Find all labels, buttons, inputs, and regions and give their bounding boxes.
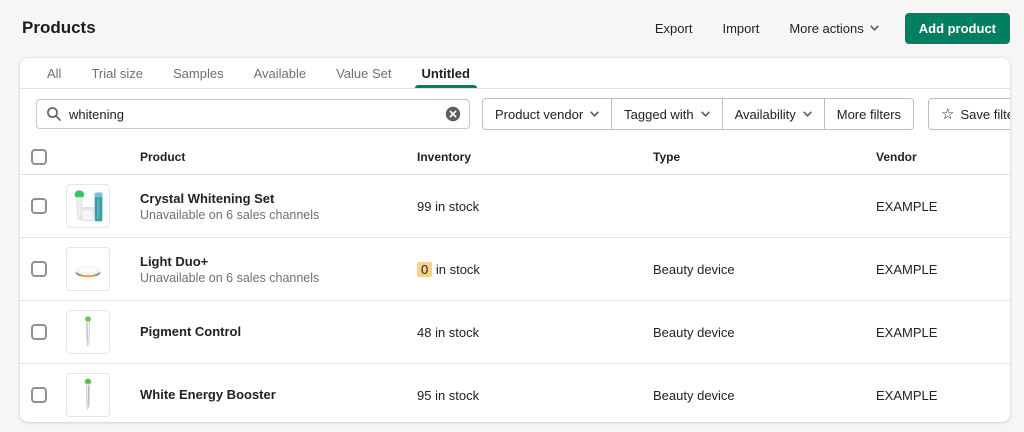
product-title[interactable]: Light Duo+ [140,254,407,269]
clear-search-button[interactable] [445,106,461,122]
product-thumbnail [66,184,110,228]
product-thumbnail [66,310,110,354]
type-cell: Beauty device [653,387,735,403]
chevron-down-icon [869,25,879,31]
export-button[interactable]: Export [643,15,705,42]
inventory-cell: 99 in stock [407,199,643,214]
disc-device-image [75,265,101,278]
tab-all[interactable]: All [32,58,76,88]
inventory-cell: 0 in stock [407,261,643,277]
more-filters-button[interactable]: More filters [823,98,915,130]
select-all-checkbox[interactable] [31,148,47,165]
page-header: Products Export Import More actions Add … [0,0,1024,44]
column-header-inventory: Inventory [417,149,472,164]
filter-button-group: Product vendor Tagged with Availability … [482,98,915,130]
row-checkbox[interactable] [31,387,47,403]
table-header: Product Inventory Type Vendor [20,139,1010,174]
type-cell: Beauty device [653,261,735,277]
vendor-cell: EXAMPLE [876,324,938,340]
inventory-qty: 99 [417,198,432,214]
product-cell: Light Duo+ Unavailable on 6 sales channe… [130,254,407,285]
product-title[interactable]: White Energy Booster [140,387,407,402]
add-product-button[interactable]: Add product [904,12,1010,44]
table-row[interactable]: Light Duo+ Unavailable on 6 sales channe… [20,237,1010,300]
product-cell: Pigment Control [130,324,407,341]
table-row[interactable]: White Energy Booster 95 in stock Beauty … [20,363,1010,422]
more-actions-button[interactable]: More actions [777,15,890,42]
filter-toolbar: Product vendor Tagged with Availability … [20,89,1010,139]
page-title: Products [22,18,96,37]
column-header-vendor: Vendor [876,149,917,164]
star-icon: ☆ [941,105,955,123]
inventory-suffix: in stock [431,324,480,340]
tagged-with-filter-button[interactable]: Tagged with [611,98,723,130]
product-subtitle: Unavailable on 6 sales channels [140,270,320,285]
product-title[interactable]: Pigment Control [140,324,407,339]
tab-bar: All Trial size Samples Available Value S… [20,58,1010,89]
close-icon [445,106,461,122]
column-header-type: Type [653,149,681,164]
tagged-with-filter-label: Tagged with [624,106,694,122]
tab-trial-size[interactable]: Trial size [76,58,158,88]
inventory-suffix: in stock [432,261,480,277]
column-header-product: Product [140,149,186,164]
save-filters-label: Save filters [960,106,1011,122]
pen-device-image [85,316,91,347]
row-checkbox[interactable] [31,324,47,340]
save-filters-button[interactable]: ☆ Save filters [928,98,1010,130]
product-cell: Crystal Whitening Set Unavailable on 6 s… [130,191,407,222]
vendor-cell: EXAMPLE [876,198,938,214]
vendor-cell: EXAMPLE [876,261,938,277]
vendor-cell: EXAMPLE [876,387,938,403]
inventory-qty: 48 [417,324,432,340]
search-icon [46,106,62,122]
products-card: All Trial size Samples Available Value S… [20,58,1010,422]
import-button[interactable]: Import [710,15,771,42]
row-checkbox[interactable] [31,198,47,214]
inventory-qty: 0 [417,261,433,277]
chevron-down-icon [802,111,812,117]
whitening-set-image [74,190,103,222]
availability-filter-button[interactable]: Availability [721,98,825,130]
header-actions: Export Import More actions Add product [643,12,1010,44]
table-row[interactable]: Pigment Control 48 in stock Beauty devic… [20,300,1010,363]
tab-value-set[interactable]: Value Set [321,58,406,88]
more-actions-label: More actions [789,20,864,36]
inventory-qty: 95 [417,387,432,403]
tab-untitled[interactable]: Untitled [407,58,485,88]
table-row[interactable]: Crystal Whitening Set Unavailable on 6 s… [20,174,1010,237]
search-input[interactable] [69,106,438,122]
inventory-suffix: in stock [431,387,480,403]
tab-available[interactable]: Available [239,58,322,88]
product-title[interactable]: Crystal Whitening Set [140,191,407,206]
inventory-cell: 48 in stock [407,325,643,340]
search-box [36,99,470,129]
inventory-suffix: in stock [431,198,480,214]
product-subtitle: Unavailable on 6 sales channels [140,207,320,222]
product-cell: White Energy Booster [130,387,407,404]
tab-samples[interactable]: Samples [158,58,239,88]
type-cell: Beauty device [653,324,735,340]
chevron-down-icon [700,111,710,117]
product-thumbnail [66,247,110,291]
product-vendor-filter-button[interactable]: Product vendor [482,98,613,130]
inventory-cell: 95 in stock [407,388,643,403]
pen-device-image [84,378,92,411]
chevron-down-icon [590,111,600,117]
row-checkbox[interactable] [31,261,47,277]
product-vendor-filter-label: Product vendor [495,106,584,122]
availability-filter-label: Availability [734,106,796,122]
product-thumbnail [66,373,110,417]
